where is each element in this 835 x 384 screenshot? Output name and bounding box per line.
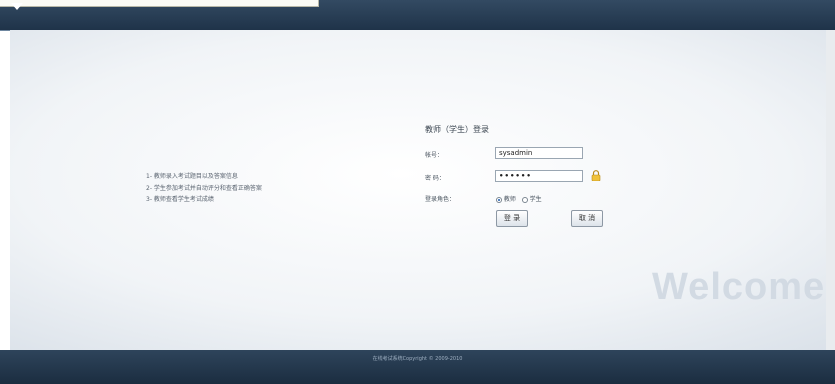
- role-radio-group: 教师 学生: [496, 194, 542, 203]
- password-label: 密 码：: [425, 175, 445, 182]
- feature-item: 2- 学生参加考试并自动评分和查看正确答案: [146, 184, 262, 192]
- login-button[interactable]: 登 录: [496, 210, 528, 227]
- feature-list: 1- 教师录入考试题目以及答案信息 2- 学生参加考试并自动评分和查看正确答案 …: [146, 171, 262, 206]
- lock-icon: [591, 170, 601, 181]
- cancel-button[interactable]: 取 消: [571, 210, 603, 227]
- feature-item: 1- 教师录入考试题目以及答案信息: [146, 173, 238, 180]
- account-input[interactable]: sysadmin: [495, 147, 583, 159]
- account-label: 帐号：: [425, 152, 444, 159]
- main-panel-edge: [826, 30, 835, 350]
- footer-bar: 在线考试系统Copyright © 2009-2010: [0, 350, 835, 384]
- password-input[interactable]: ••••••: [495, 170, 583, 182]
- role-teacher-radio[interactable]: [496, 196, 502, 203]
- login-title: 教师（学生）登录: [425, 125, 489, 134]
- role-student-radio[interactable]: [521, 196, 528, 203]
- role-student-label: 学生: [529, 196, 542, 203]
- dropdown-arrow-icon[interactable]: [11, 3, 23, 10]
- welcome-watermark: Welcome: [652, 266, 826, 308]
- role-teacher-label: 教师: [503, 196, 516, 203]
- copyright-text: 在线考试系统Copyright © 2009-2010: [372, 356, 463, 362]
- top-tab-strip[interactable]: [0, 0, 319, 7]
- role-label: 登录角色：: [425, 196, 456, 203]
- feature-item: 3- 教师查看学生考试成绩: [146, 196, 214, 203]
